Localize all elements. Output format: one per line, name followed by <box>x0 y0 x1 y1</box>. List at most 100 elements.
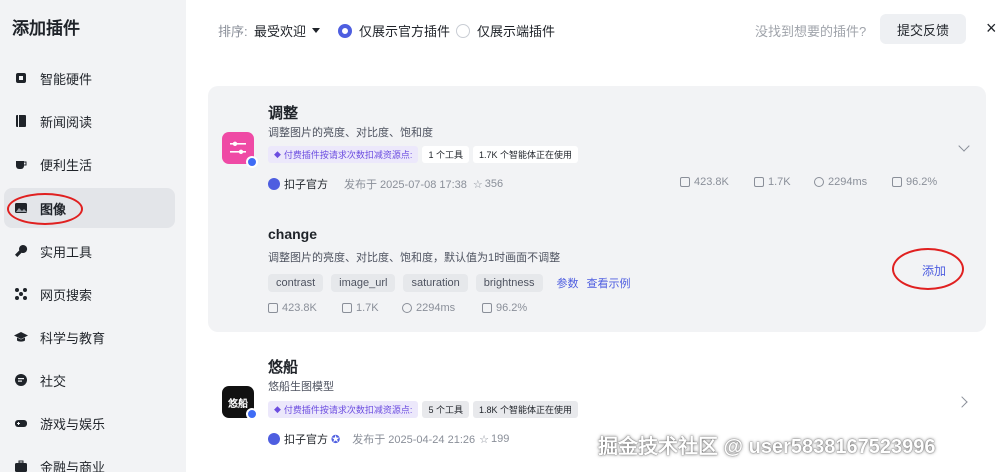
main-panel: 排序: 最受欢迎 仅展示官方插件 仅展示端插件 没找到想要的插件? 提交反馈 ×… <box>186 0 1008 472</box>
wrench-icon <box>14 244 28 258</box>
sidebar-item-life[interactable]: 便利生活 <box>0 144 175 184</box>
paid-tag: ◆ 付费插件按请求次数扣减资源点: <box>268 146 419 163</box>
latency-value: 2294ms <box>416 302 456 314</box>
success-value: 96.2% <box>496 302 528 314</box>
chevron-down-icon[interactable] <box>958 140 970 152</box>
stat-success: 96.2% <box>892 176 937 188</box>
plugin-desc: 悠船生图模型 <box>268 381 334 393</box>
feedback-button[interactable]: 提交反馈 <box>880 14 966 44</box>
sidebar-item-image[interactable]: 图像 <box>4 188 175 228</box>
hint-text: 没找到想要的插件? <box>755 24 867 39</box>
sidebar-item-label: 智能硬件 <box>40 71 93 87</box>
sidebar-item-label: 金融与商业 <box>40 459 106 472</box>
calls-value: 423.8K <box>694 176 729 188</box>
sort-value: 最受欢迎 <box>254 24 307 39</box>
sidebar-item-tools[interactable]: 实用工具 <box>0 231 175 271</box>
tools-count-tag: 1 个工具 <box>422 146 469 163</box>
example-link[interactable]: 查看示例 <box>587 275 631 291</box>
tool-stat-bots: 1.7K <box>342 302 379 314</box>
author-avatar <box>268 433 280 445</box>
sidebar-item-science[interactable]: 科学与教育 <box>0 317 175 357</box>
plugin-desc: 调整图片的亮度、对比度、饱和度 <box>268 127 433 139</box>
sidebar-item-label: 社交 <box>40 373 67 389</box>
caret-down-icon <box>312 28 321 33</box>
gamepad-icon <box>14 416 28 430</box>
image-icon <box>14 201 28 215</box>
chevron-right-icon[interactable] <box>956 396 968 408</box>
verified-badge-icon <box>246 408 258 420</box>
star-count: 356 <box>484 178 504 190</box>
toolbar: 排序: 最受欢迎 仅展示官方插件 仅展示端插件 没找到想要的插件? 提交反馈 × <box>186 0 1008 58</box>
sidebar-item-web-search[interactable]: 网页搜索 <box>0 274 175 314</box>
sidebar-item-social[interactable]: 社交 <box>0 360 175 400</box>
param-chip: contrast <box>268 274 324 292</box>
sidebar-item-news[interactable]: 新闻阅读 <box>0 101 175 141</box>
param-chip: image_url <box>331 274 396 292</box>
sidebar: 添加插件 智能硬件 新闻阅读 便利生活 图像 实用工具 网页搜索 科学与教育 社… <box>0 0 186 472</box>
sort-label: 排序: <box>218 24 248 39</box>
filter-device-radio[interactable]: 仅展示端插件 <box>456 21 555 40</box>
sidebar-item-label: 科学与教育 <box>40 330 106 346</box>
verified-icon: ✪ <box>331 433 341 446</box>
clock-icon <box>814 177 824 187</box>
tools-count-tag: 5 个工具 <box>422 401 469 418</box>
sort-dropdown[interactable]: 最受欢迎 <box>254 21 321 40</box>
param-chip: brightness <box>475 274 543 292</box>
plugin-meta: 扣子官方 ✪ 发布于 2025-04-24 21:26 ☆ 199 <box>268 431 509 447</box>
tool-desc: 调整图片的亮度、对比度、饱和度，默认值为1时画面不调整 <box>268 252 561 264</box>
close-icon[interactable]: × <box>986 18 997 39</box>
bot-icon <box>754 177 764 187</box>
sidebar-item-label: 网页搜索 <box>40 287 93 303</box>
stat-bots: 1.7K <box>754 176 791 188</box>
plugin-meta: 扣子官方 发布于 2025-07-08 17:38 ☆ 356 <box>268 176 503 192</box>
paid-tag-label: 付费插件按请求次数扣减资源点: <box>283 405 413 415</box>
publish-date: 发布于 2025-04-24 21:26 <box>352 434 476 446</box>
latency-value: 2294ms <box>828 176 868 188</box>
param-chip: saturation <box>403 274 468 292</box>
chat-icon <box>14 373 28 387</box>
author-name: 扣子官方 <box>284 434 328 446</box>
clock-icon <box>402 303 412 313</box>
sidebar-item-smart-hardware[interactable]: 智能硬件 <box>0 58 175 98</box>
plugin-tags: ◆ 付费插件按请求次数扣减资源点: 5 个工具 1.8K 个智能体正在使用 <box>268 401 578 418</box>
star-icon: ☆ <box>472 178 483 191</box>
sidebar-title: 添加插件 <box>12 19 80 38</box>
book-icon <box>14 114 28 128</box>
calls-icon <box>680 177 690 187</box>
tool-params: contrast image_url saturation brightness… <box>268 274 631 292</box>
calls-icon <box>268 303 278 313</box>
tool-name: change <box>268 226 318 242</box>
tool-stat-latency: 2294ms <box>402 302 455 314</box>
star-count: 199 <box>491 433 510 445</box>
add-tool-button[interactable]: 添加 <box>922 262 946 279</box>
bot-icon <box>342 303 352 313</box>
network-icon <box>14 287 28 301</box>
verified-badge-icon <box>246 156 258 168</box>
bots-value: 1.7K <box>356 302 379 314</box>
bots-value: 1.7K <box>768 176 791 188</box>
agents-using-tag: 1.7K 个智能体正在使用 <box>472 146 578 163</box>
sidebar-item-finance[interactable]: 金融与商业 <box>0 446 175 472</box>
filter-official-label: 仅展示官方插件 <box>359 24 451 39</box>
graduation-cap-icon <box>14 330 28 344</box>
plugin-title: 悠船 <box>268 359 299 376</box>
plugin-tags: ◆ 付费插件按请求次数扣减资源点: 1 个工具 1.7K 个智能体正在使用 <box>268 146 578 163</box>
radio-unchecked-icon <box>456 23 470 38</box>
paid-tag: ◆ 付费插件按请求次数扣减资源点: <box>268 401 419 418</box>
params-link[interactable]: 参数 <box>557 275 579 291</box>
success-value: 96.2% <box>906 176 938 188</box>
agents-using-tag: 1.8K 个智能体正在使用 <box>472 401 578 418</box>
diamond-icon: ◆ <box>274 404 281 414</box>
briefcase-icon <box>14 459 28 472</box>
tool-stat-success: 96.2% <box>482 302 527 314</box>
sidebar-item-label: 实用工具 <box>40 244 93 260</box>
sidebar-item-games[interactable]: 游戏与娱乐 <box>0 403 175 443</box>
plugin-card-adjust[interactable]: 调整 调整图片的亮度、对比度、饱和度 ◆ 付费插件按请求次数扣减资源点: 1 个工… <box>208 86 986 332</box>
calls-value: 423.8K <box>282 302 317 314</box>
filter-official-radio[interactable]: 仅展示官方插件 <box>338 21 450 40</box>
sidebar-item-label: 游戏与娱乐 <box>40 416 106 432</box>
plugin-title: 调整 <box>268 105 299 122</box>
tool-stat-calls: 423.8K <box>268 302 317 314</box>
diamond-icon: ◆ <box>274 149 281 159</box>
sidebar-item-label: 新闻阅读 <box>40 114 93 130</box>
